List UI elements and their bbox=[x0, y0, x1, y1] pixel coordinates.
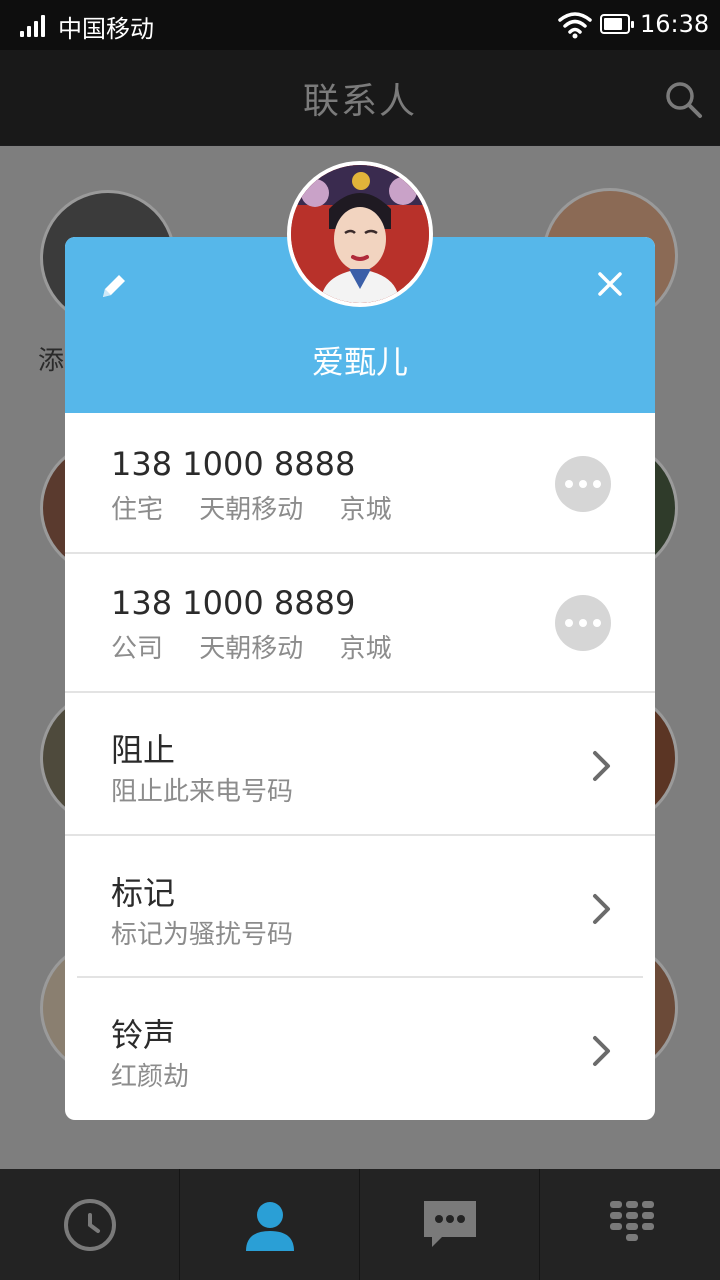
search-icon[interactable] bbox=[664, 80, 704, 120]
more-options-button[interactable] bbox=[555, 595, 611, 651]
tab-bar bbox=[0, 1169, 720, 1280]
status-time: 16:38 bbox=[640, 10, 710, 38]
page-title: 联系人 bbox=[302, 81, 417, 122]
mark-row[interactable]: 标记 标记为骚扰号码 bbox=[65, 836, 655, 976]
contact-card: 爱甄儿 138 1000 8888 住宅 天朝移动 京城 138 1000 88… bbox=[65, 237, 655, 1120]
phone-type: 住宅 bbox=[111, 495, 164, 525]
chevron-right-icon bbox=[593, 1036, 610, 1066]
carrier-name: 中国移动 bbox=[58, 15, 154, 43]
block-row[interactable]: 阻止 阻止此来电号码 bbox=[65, 693, 655, 833]
phone-type: 公司 bbox=[111, 634, 164, 664]
action-subtitle: 标记为骚扰号码 bbox=[111, 920, 294, 950]
contact-name: 爱甄儿 bbox=[311, 343, 408, 381]
phone-carrier: 天朝移动 bbox=[199, 634, 304, 664]
phone-carrier: 天朝移动 bbox=[199, 495, 304, 525]
ringtone-row[interactable]: 铃声 红颜劫 bbox=[65, 978, 655, 1120]
edit-icon[interactable] bbox=[97, 269, 131, 303]
phone-row[interactable]: 138 1000 8888 住宅 天朝移动 京城 bbox=[65, 413, 655, 553]
action-title: 标记 bbox=[111, 874, 176, 912]
phone-details: 公司 天朝移动 京城 bbox=[111, 628, 420, 665]
battery-icon bbox=[600, 14, 634, 34]
add-contact-label: 添 bbox=[38, 346, 65, 376]
contact-avatar bbox=[287, 161, 433, 307]
portrait-image bbox=[291, 165, 429, 303]
phone-number: 138 1000 8888 bbox=[111, 445, 356, 483]
action-subtitle: 红颜劫 bbox=[111, 1062, 190, 1092]
action-subtitle: 阻止此来电号码 bbox=[111, 777, 294, 807]
phone-details: 住宅 天朝移动 京城 bbox=[111, 489, 420, 526]
action-title: 铃声 bbox=[111, 1016, 176, 1054]
signal-icon bbox=[20, 15, 50, 37]
status-bar: 中国移动 16:38 bbox=[0, 0, 720, 50]
phone-location: 京城 bbox=[339, 634, 392, 664]
header-bar: 联系人 bbox=[0, 50, 720, 145]
chevron-right-icon bbox=[593, 894, 610, 924]
person-icon bbox=[246, 1202, 294, 1251]
more-options-button[interactable] bbox=[555, 456, 611, 512]
tab-dialpad[interactable] bbox=[540, 1169, 720, 1280]
close-icon[interactable] bbox=[595, 269, 625, 299]
clock-icon bbox=[64, 1199, 116, 1251]
phone-location: 京城 bbox=[339, 495, 392, 525]
tab-messages[interactable] bbox=[360, 1169, 540, 1280]
tab-contacts[interactable] bbox=[180, 1169, 360, 1280]
tab-recents[interactable] bbox=[0, 1169, 180, 1280]
phone-row[interactable]: 138 1000 8889 公司 天朝移动 京城 bbox=[65, 554, 655, 692]
wifi-icon bbox=[558, 12, 592, 39]
message-icon bbox=[424, 1201, 476, 1247]
action-title: 阻止 bbox=[111, 731, 176, 769]
phone-number: 138 1000 8889 bbox=[111, 584, 356, 622]
dialpad-icon bbox=[610, 1201, 654, 1241]
chevron-right-icon bbox=[593, 751, 610, 781]
